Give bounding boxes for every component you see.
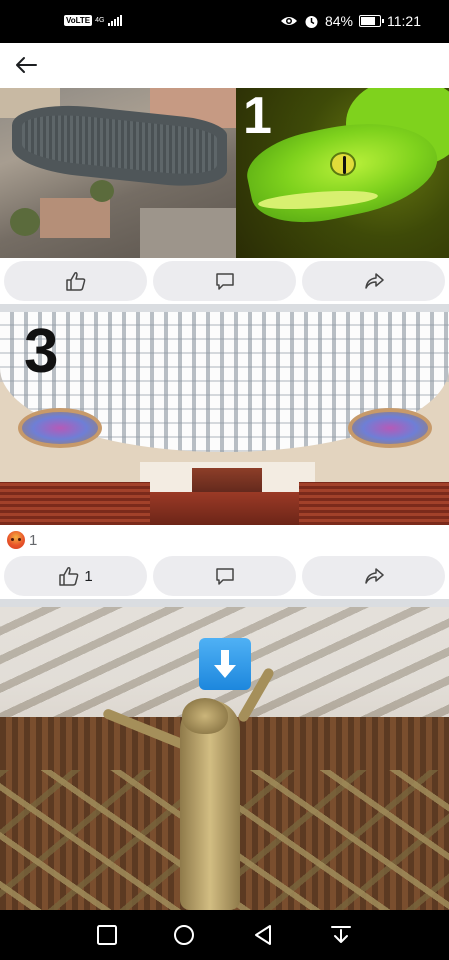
- hide-nav-icon[interactable]: [330, 924, 352, 946]
- arrow-left-icon[interactable]: [14, 55, 38, 75]
- comment-button[interactable]: [153, 556, 296, 596]
- eye-icon: [280, 17, 297, 25]
- reaction-count: 1: [29, 531, 38, 549]
- volte-badge: VoLTE: [64, 14, 93, 26]
- thumbs-up-icon: [59, 567, 79, 586]
- network-type: 4G: [95, 16, 105, 24]
- status-bar: VoLTE 4G 84% 11:21: [0, 0, 449, 43]
- status-left: VoLTE 4G: [64, 14, 122, 26]
- home-circle-icon[interactable]: [173, 924, 195, 946]
- signal-icon: [107, 14, 122, 26]
- like-button[interactable]: 1: [4, 556, 147, 596]
- post-separator: [0, 304, 449, 312]
- battery-percent: 84%: [324, 13, 353, 29]
- reaction-summary[interactable]: 1: [7, 530, 37, 550]
- post-separator: [0, 599, 449, 607]
- comment-button[interactable]: [153, 261, 296, 301]
- aerial-hall-photo: [0, 88, 236, 258]
- like-count: 1: [84, 567, 93, 585]
- comment-icon: [215, 568, 234, 585]
- post-2-image[interactable]: [0, 312, 449, 525]
- post-2-actions: 1: [0, 553, 449, 599]
- share-button[interactable]: [302, 261, 445, 301]
- back-triangle-icon[interactable]: [252, 924, 274, 946]
- overlay-number: 3: [24, 317, 59, 386]
- post-1-image[interactable]: [0, 88, 449, 258]
- like-button[interactable]: [4, 261, 147, 301]
- angry-face-icon: [7, 531, 25, 549]
- alarm-icon: [305, 15, 318, 28]
- battery-icon: [359, 15, 384, 27]
- share-button[interactable]: [302, 556, 445, 596]
- clock: 11:21: [387, 13, 421, 29]
- statue-head: [182, 698, 228, 734]
- status-right: 84% 11:21: [280, 13, 421, 29]
- recents-square-icon[interactable]: [96, 924, 118, 946]
- overlay-number: 1: [243, 87, 272, 145]
- comment-icon: [215, 273, 234, 290]
- down-arrow-emoji-icon: [199, 638, 251, 690]
- thumbs-up-icon: [65, 272, 85, 291]
- post-1-actions: [0, 258, 449, 304]
- system-nav-bar: [0, 910, 449, 960]
- top-bar: [0, 43, 449, 88]
- share-icon: [364, 273, 384, 289]
- share-icon: [364, 568, 384, 584]
